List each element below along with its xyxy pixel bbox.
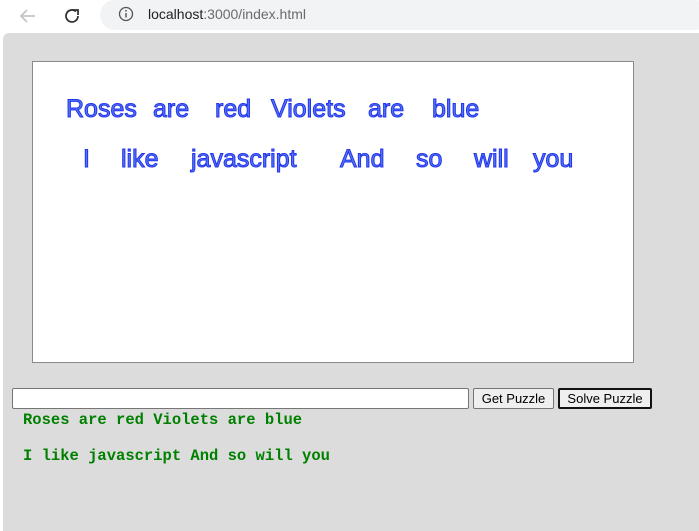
- solution-line-1: Roses are red Violets are blue: [23, 411, 303, 429]
- puzzle-word[interactable]: Roses: [66, 95, 138, 124]
- puzzle-word[interactable]: like: [121, 145, 160, 174]
- get-puzzle-button[interactable]: Get Puzzle: [473, 388, 554, 409]
- back-button[interactable]: [15, 3, 41, 29]
- url-text: localhost:3000/index.html: [148, 6, 306, 22]
- puzzle-word[interactable]: are: [153, 95, 190, 124]
- url-path: :3000/index.html: [203, 6, 306, 22]
- puzzle-canvas: Roses are red Violets are blueI like javascript…: [66, 95, 574, 174]
- puzzle-word[interactable]: are: [368, 95, 405, 124]
- page-viewport: Roses are red Violets are blue Ilike javascript…: [3, 33, 699, 531]
- puzzle-word[interactable]: Violets: [271, 95, 347, 124]
- arrow-left-icon: [19, 9, 35, 23]
- browser-toolbar: localhost:3000/index.html: [0, 0, 699, 31]
- puzzle-word[interactable]: I: [83, 145, 91, 174]
- puzzle-word[interactable]: so: [416, 145, 443, 174]
- info-icon[interactable]: [118, 6, 134, 22]
- solve-puzzle-button[interactable]: Solve Puzzle: [558, 388, 652, 409]
- reload-icon: [65, 9, 79, 23]
- reload-button[interactable]: [59, 3, 85, 29]
- puzzle-board[interactable]: Roses are red Violets are blue Ilike javascript…: [32, 61, 634, 363]
- puzzle-word[interactable]: will: [473, 145, 510, 174]
- puzzle-word[interactable]: javascript: [190, 145, 298, 174]
- puzzle-word[interactable]: And: [340, 145, 385, 174]
- puzzle-word[interactable]: you: [533, 145, 574, 174]
- solution-line-2: I like javascript And so will you: [23, 447, 330, 465]
- puzzle-word[interactable]: red: [215, 95, 252, 124]
- answer-input[interactable]: [12, 388, 469, 409]
- address-bar[interactable]: localhost:3000/index.html: [100, 0, 699, 30]
- puzzle-word[interactable]: blue: [432, 95, 480, 124]
- url-host: localhost: [148, 6, 204, 22]
